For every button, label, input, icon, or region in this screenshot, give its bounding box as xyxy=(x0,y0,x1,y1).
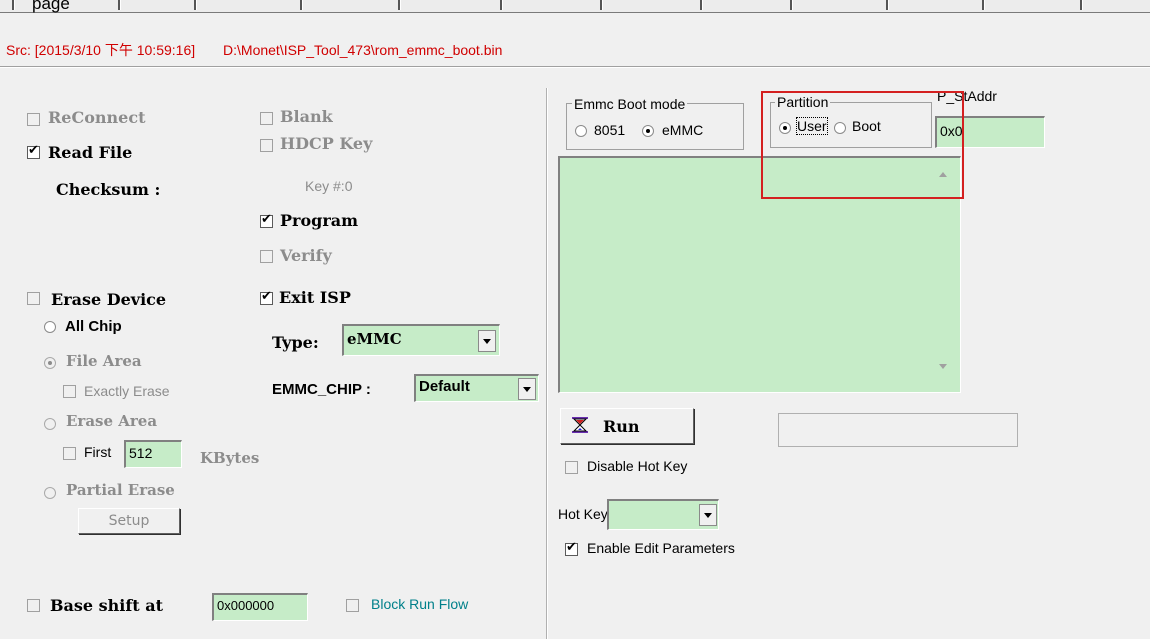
program-label: Program xyxy=(280,211,359,230)
hdcp-key-checkbox[interactable] xyxy=(260,139,273,152)
toolbar-button[interactable] xyxy=(194,0,197,10)
partial-erase-label: Partial Erase xyxy=(66,481,175,499)
panel-divider xyxy=(546,88,548,639)
hdcp-key-label: HDCP Key xyxy=(280,134,373,153)
toolbar-button[interactable] xyxy=(700,0,703,10)
reconnect-label: ReConnect xyxy=(48,108,146,127)
exactly-erase-label: Exactly Erase xyxy=(84,383,170,399)
enable-edit-label: Enable Edit Parameters xyxy=(587,540,735,556)
erase-area-radio[interactable] xyxy=(44,418,56,430)
hourglass-icon xyxy=(571,416,589,434)
source-timestamp: Src: [2015/3/10 下午 10:59:16] xyxy=(6,42,196,58)
all-chip-label: All Chip xyxy=(65,318,122,335)
file-area-radio[interactable] xyxy=(44,357,56,369)
exactly-erase-checkbox[interactable] xyxy=(63,385,76,398)
blank-checkbox[interactable] xyxy=(260,112,273,125)
toolbar xyxy=(0,0,1150,13)
exit-isp-checkbox[interactable] xyxy=(260,289,273,305)
program-checkbox[interactable] xyxy=(260,212,273,228)
toolbar-button[interactable] xyxy=(1080,0,1083,10)
toolbar-button[interactable] xyxy=(118,0,121,10)
toolbar-button[interactable] xyxy=(886,0,889,10)
reconnect-checkbox[interactable] xyxy=(27,113,40,126)
boot-mode-title: Emmc Boot mode xyxy=(572,96,688,112)
boot-emmc-label: eMMC xyxy=(662,122,704,138)
base-shift-label: Base shift at xyxy=(50,596,163,615)
erase-device-label: Erase Device xyxy=(51,290,167,309)
key-number-label: Key #:0 xyxy=(305,178,353,194)
checksum-label: Checksum : xyxy=(56,180,161,199)
boot-emmc-radio[interactable] xyxy=(642,125,654,137)
status-field xyxy=(778,413,1018,447)
separator xyxy=(0,66,1150,68)
all-chip-radio[interactable] xyxy=(44,321,56,333)
erase-device-checkbox[interactable] xyxy=(27,292,40,305)
file-area-label: File Area xyxy=(66,352,142,370)
toolbar-button[interactable] xyxy=(12,0,15,10)
setup-button[interactable]: Setup xyxy=(78,508,180,534)
read-file-label: Read File xyxy=(48,143,133,162)
page-label: page xyxy=(32,0,70,13)
verify-label: Verify xyxy=(280,246,332,265)
enable-edit-checkbox[interactable] xyxy=(565,540,578,556)
type-dropdown-icon[interactable] xyxy=(478,330,496,352)
read-file-checkbox[interactable] xyxy=(27,143,40,159)
disable-hot-key-checkbox[interactable] xyxy=(565,461,578,474)
kbytes-label: KBytes xyxy=(200,449,260,467)
toolbar-button[interactable] xyxy=(300,0,303,10)
verify-checkbox[interactable] xyxy=(260,250,273,263)
emmc-chip-dropdown-icon[interactable] xyxy=(518,378,536,400)
hot-key-dropdown-icon[interactable] xyxy=(699,504,717,526)
base-shift-input[interactable]: 0x000000 xyxy=(212,593,308,621)
blank-label: Blank xyxy=(280,107,333,126)
boot-8051-radio[interactable] xyxy=(575,125,587,137)
first-checkbox[interactable] xyxy=(63,447,76,460)
hot-key-label: Hot Key xyxy=(558,506,608,522)
block-run-flow-checkbox[interactable] xyxy=(346,599,359,612)
boot-8051-label: 8051 xyxy=(594,122,626,138)
emmc-chip-label: EMMC_CHIP : xyxy=(272,381,371,398)
scroll-down-icon[interactable] xyxy=(939,364,947,369)
run-button[interactable]: Run xyxy=(560,408,694,444)
first-kbytes-input[interactable]: 512 xyxy=(124,440,182,468)
run-label: Run xyxy=(603,417,640,436)
exit-isp-label: Exit ISP xyxy=(279,288,351,307)
type-label: Type: xyxy=(272,333,319,352)
type-select[interactable]: eMMC xyxy=(342,324,500,356)
first-label: First xyxy=(84,444,112,460)
base-shift-checkbox[interactable] xyxy=(27,599,40,612)
disable-hot-key-label: Disable Hot Key xyxy=(587,458,688,474)
source-line: Src: [2015/3/10 下午 10:59:16] D:\Monet\IS… xyxy=(6,40,502,60)
toolbar-button[interactable] xyxy=(982,0,985,10)
toolbar-button[interactable] xyxy=(790,0,793,10)
annotation-highlight-box xyxy=(761,91,964,199)
block-run-flow-label: Block Run Flow xyxy=(371,596,469,612)
toolbar-button[interactable] xyxy=(500,0,503,10)
source-path: D:\Monet\ISP_Tool_473\rom_emmc_boot.bin xyxy=(223,42,503,58)
toolbar-button[interactable] xyxy=(600,0,603,10)
toolbar-button[interactable] xyxy=(398,0,401,10)
partial-erase-radio[interactable] xyxy=(44,487,56,499)
erase-area-label: Erase Area xyxy=(66,412,158,430)
